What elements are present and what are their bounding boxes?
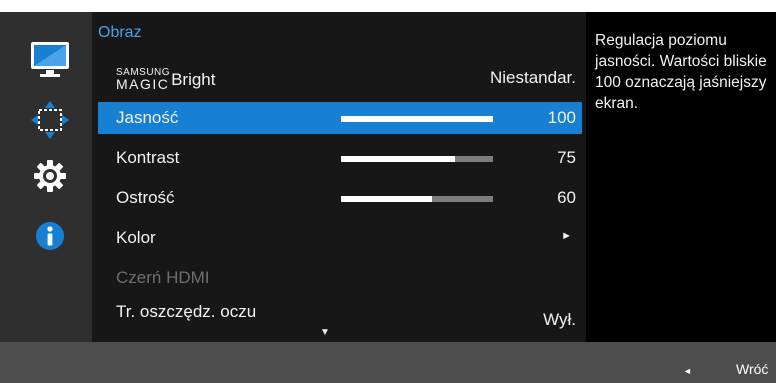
contrast-value: 75 [557, 148, 576, 167]
contrast-slider[interactable] [341, 156, 493, 162]
scroll-down-icon[interactable]: ▼ [320, 327, 330, 338]
brightness-slider[interactable] [341, 116, 493, 122]
position-arrows-icon [31, 101, 69, 139]
sharpness-slider-fill [341, 196, 433, 202]
hdmi-black-label: Czerń HDMI [116, 268, 210, 287]
gear-icon [34, 160, 66, 192]
monitor-icon [31, 42, 69, 77]
magic-bright-text: Bright [171, 70, 216, 89]
magic-bright-label: SAMSUNG MAGIC Bright [116, 67, 216, 92]
brightness-slider-fill [341, 116, 493, 122]
eye-saver-value: Wył. [543, 310, 576, 329]
brightness-value: 100 [547, 108, 576, 127]
contrast-slider-fill [341, 156, 455, 162]
category-system[interactable] [26, 154, 74, 198]
info-icon [36, 222, 64, 250]
menu-item-color[interactable]: Kolor ► [98, 222, 582, 254]
magic-bright-value: Niestandar. [490, 68, 576, 87]
color-label: Kolor [116, 228, 156, 247]
category-picture[interactable] [26, 38, 74, 82]
bottom-bar [0, 342, 776, 383]
category-information[interactable] [26, 214, 74, 258]
menu-title: Obraz [98, 24, 142, 41]
sharpness-value: 60 [557, 188, 576, 207]
menu-item-eye-saver[interactable]: Tr. oszczędz. oczu Wył. [98, 296, 582, 329]
brightness-label: Jasność [116, 108, 179, 127]
samsung-magic-logo: SAMSUNG MAGIC [116, 67, 171, 92]
contrast-label: Kontrast [116, 148, 180, 167]
submenu-arrow-icon: ► [561, 230, 572, 242]
menu-item-contrast[interactable]: Kontrast 75 [98, 142, 582, 174]
menu-item-sharpness[interactable]: Ostrość 60 [98, 182, 582, 214]
category-position[interactable] [26, 98, 74, 142]
top-band [0, 0, 776, 12]
menu-item-brightness[interactable]: Jasność 100 [98, 102, 582, 134]
back-arrow-icon[interactable]: ◄ [683, 366, 692, 376]
eye-saver-label: Tr. oszczędz. oczu [116, 302, 257, 321]
sharpness-slider[interactable] [341, 196, 493, 202]
menu-item-magic-bright[interactable]: SAMSUNG MAGIC Bright Niestandar. [98, 62, 582, 94]
help-text: Regulacja poziomu jasności. Wartości bli… [595, 32, 767, 112]
osd-screen: Obraz SAMSUNG MAGIC Bright Niestandar. J… [0, 0, 776, 383]
sharpness-label: Ostrość [116, 188, 175, 207]
back-button-label[interactable]: Wróć [736, 361, 768, 377]
menu-item-hdmi-black: Czerń HDMI [98, 262, 582, 294]
